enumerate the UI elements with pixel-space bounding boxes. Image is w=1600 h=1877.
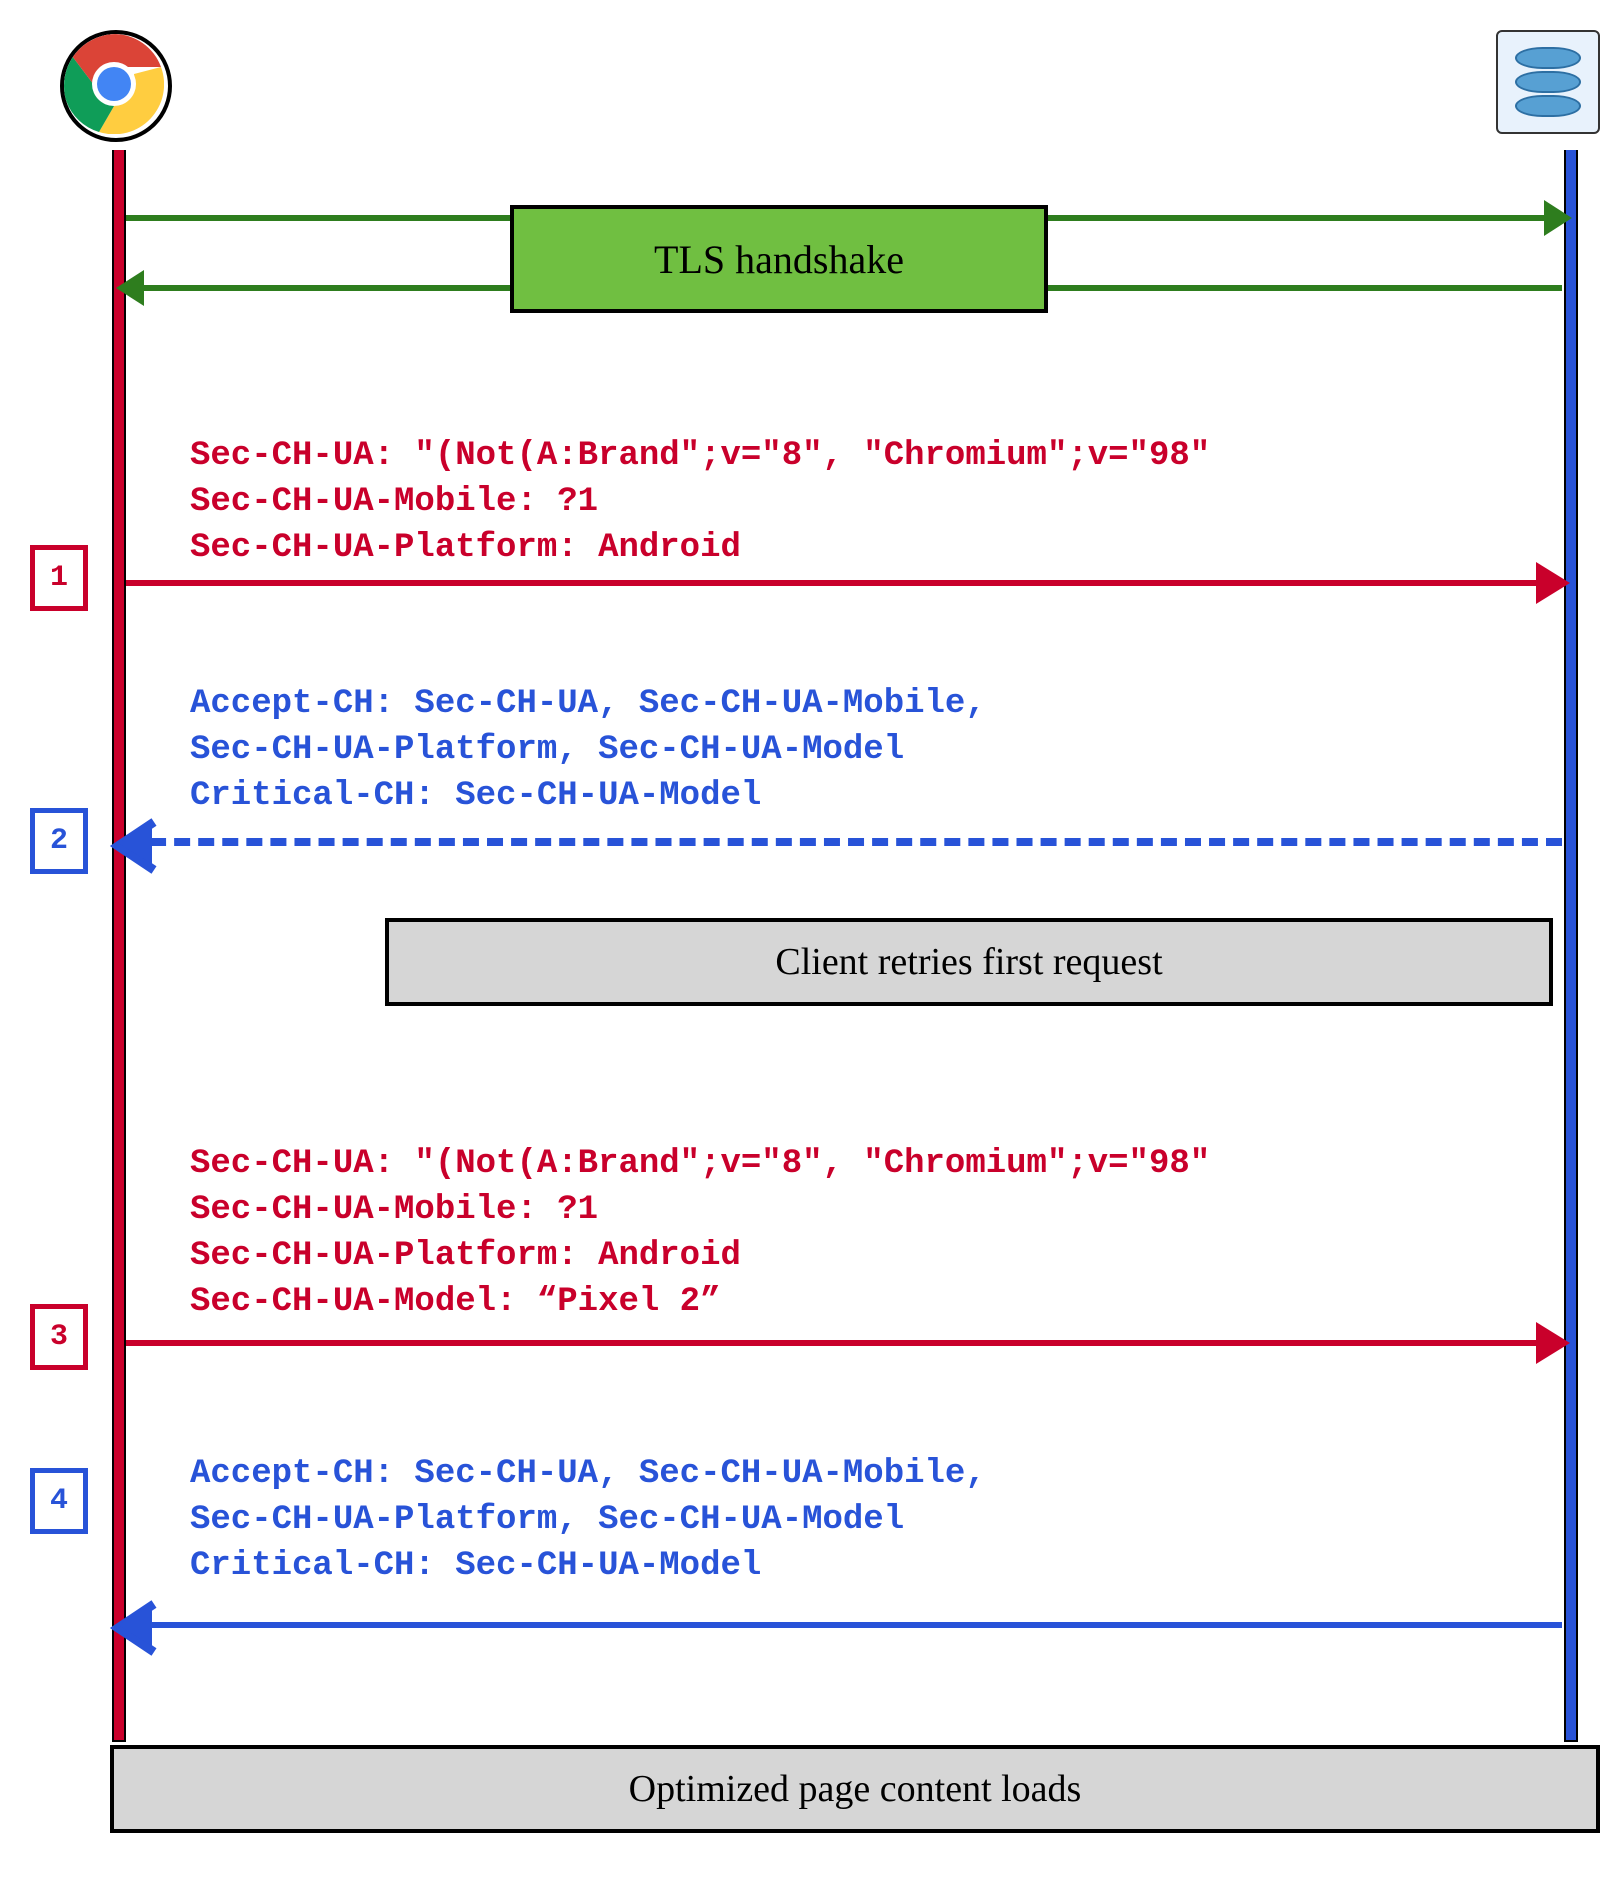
note-client-retries: Client retries first request — [385, 918, 1553, 1006]
step-marker-3: 3 — [30, 1304, 88, 1370]
chrome-icon — [60, 30, 172, 142]
arrow-request-3 — [126, 1340, 1562, 1346]
step-marker-4: 4 — [30, 1468, 88, 1534]
arrow-request-1 — [126, 580, 1562, 586]
arrow-response-4 — [126, 1622, 1562, 1628]
response-2-headers: Accept-CH: Sec-CH-UA, Sec-CH-UA-Mobile, … — [190, 682, 1530, 820]
note-optimized-page-loads: Optimized page content loads — [110, 1745, 1600, 1833]
request-3-headers: Sec-CH-UA: "(Not(A:Brand";v="8", "Chromi… — [190, 1142, 1530, 1326]
server-lifeline — [1564, 150, 1578, 1742]
request-1-headers: Sec-CH-UA: "(Not(A:Brand";v="8", "Chromi… — [190, 434, 1530, 572]
arrow-response-2-dashed — [126, 838, 1562, 846]
sequence-diagram: TLS handshake 1 Sec-CH-UA: "(Not(A:Brand… — [0, 0, 1600, 1877]
step-marker-2: 2 — [30, 808, 88, 874]
response-4-headers: Accept-CH: Sec-CH-UA, Sec-CH-UA-Mobile, … — [190, 1452, 1530, 1590]
client-lifeline — [112, 150, 126, 1742]
server-database-icon — [1496, 30, 1600, 134]
tls-handshake-label: TLS handshake — [510, 205, 1048, 313]
step-marker-1: 1 — [30, 545, 88, 611]
